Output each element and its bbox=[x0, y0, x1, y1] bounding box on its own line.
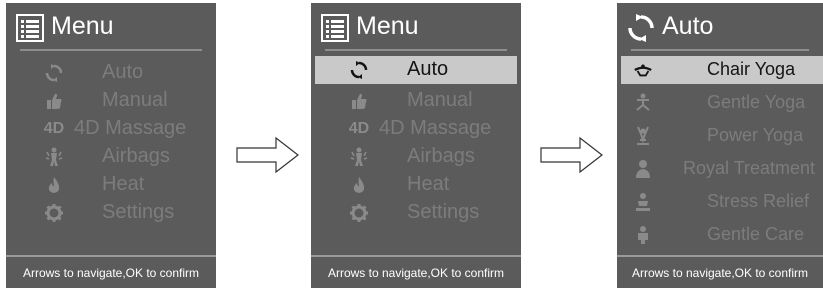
auto-title: Auto bbox=[662, 12, 714, 40]
list-menu-icon bbox=[16, 14, 44, 42]
4d-icon: 4D bbox=[348, 120, 370, 137]
auto-item-chair-yoga[interactable]: Chair Yoga bbox=[621, 56, 823, 84]
menu-item-heat[interactable]: Heat bbox=[6, 171, 216, 199]
stress-relief-icon bbox=[633, 192, 653, 212]
menu-title: Menu bbox=[356, 12, 419, 40]
menu-item-airbags[interactable]: Airbags bbox=[6, 143, 216, 171]
list-menu-icon bbox=[321, 14, 349, 42]
thumb-icon bbox=[349, 91, 369, 111]
auto-item-royal-treatment[interactable]: Royal Treatment bbox=[617, 155, 823, 183]
footer-hint: Arrows to navigate,OK to confirm bbox=[327, 266, 505, 280]
auto-item-label: Gentle Care bbox=[707, 224, 805, 244]
auto-item-label: Power Yoga bbox=[707, 125, 804, 145]
airbag-icon bbox=[44, 147, 64, 167]
right-arrow-icon bbox=[236, 136, 299, 174]
airbag-icon bbox=[349, 147, 369, 167]
auto-item-gentle-care[interactable]: Gentle Care bbox=[617, 221, 823, 249]
footer-divider bbox=[6, 255, 216, 257]
auto-item-power-yoga[interactable]: Power Yoga bbox=[617, 122, 823, 150]
menu-item-airbags[interactable]: Airbags bbox=[311, 143, 521, 171]
menu-item-manual[interactable]: Manual bbox=[6, 87, 216, 115]
auto-cycle-icon bbox=[349, 60, 369, 80]
right-arrow-icon bbox=[540, 136, 603, 174]
gear-icon bbox=[44, 203, 64, 223]
auto-cycle-icon bbox=[628, 14, 654, 42]
gentle-yoga-icon bbox=[633, 93, 653, 113]
auto-cycle-icon bbox=[44, 63, 64, 83]
header-divider bbox=[20, 49, 202, 51]
menu-item-manual[interactable]: Manual bbox=[311, 87, 521, 115]
auto-item-label: Chair Yoga bbox=[707, 59, 796, 79]
menu-item-4d-massage[interactable]: 4D 4D Massage bbox=[6, 115, 216, 143]
footer-divider bbox=[617, 255, 823, 257]
auto-item-stress-relief[interactable]: Stress Relief bbox=[617, 188, 823, 216]
4d-icon: 4D bbox=[43, 120, 65, 137]
auto-header: Auto bbox=[617, 3, 823, 51]
gear-icon bbox=[349, 203, 369, 223]
auto-item-label: Stress Relief bbox=[707, 191, 810, 211]
auto-item-label: Royal Treatment bbox=[683, 158, 816, 178]
menu-item-label: Manual bbox=[102, 89, 168, 111]
flame-icon bbox=[44, 175, 64, 195]
menu-item-label: Auto bbox=[102, 61, 144, 83]
menu-header: Menu bbox=[6, 3, 216, 51]
menu-item-label: Settings bbox=[102, 201, 175, 223]
menu-screen-unselected: Menu Auto Manual 4D 4D Massage Airbags H… bbox=[6, 3, 216, 288]
menu-item-heat[interactable]: Heat bbox=[311, 171, 521, 199]
header-divider bbox=[325, 49, 507, 51]
menu-item-label: Heat bbox=[407, 173, 450, 195]
menu-item-label: 4D Massage bbox=[379, 117, 492, 139]
menu-item-auto[interactable]: Auto bbox=[315, 56, 517, 84]
auto-item-gentle-yoga[interactable]: Gentle Yoga bbox=[617, 89, 823, 117]
header-divider bbox=[631, 49, 809, 51]
menu-item-label: Airbags bbox=[102, 145, 170, 167]
power-yoga-icon bbox=[633, 126, 653, 146]
thumb-icon bbox=[44, 91, 64, 111]
footer-divider bbox=[311, 255, 521, 257]
menu-item-label: Auto bbox=[407, 58, 449, 80]
menu-item-auto[interactable]: Auto bbox=[6, 59, 216, 87]
menu-item-label: Settings bbox=[407, 201, 480, 223]
gentle-care-icon bbox=[633, 225, 653, 245]
chair-yoga-icon bbox=[633, 60, 653, 80]
auto-submenu-screen: Auto Chair Yoga Gentle Yoga Power Yoga R… bbox=[617, 3, 823, 288]
menu-screen-auto-selected: Menu Auto Manual 4D 4D Massage Airbags H… bbox=[311, 3, 521, 288]
menu-item-label: 4D Massage bbox=[74, 117, 187, 139]
footer-hint: Arrows to navigate,OK to confirm bbox=[631, 266, 809, 280]
royal-treatment-icon bbox=[633, 159, 653, 179]
menu-item-label: Manual bbox=[407, 89, 473, 111]
menu-item-4d-massage[interactable]: 4D 4D Massage bbox=[311, 115, 521, 143]
menu-item-settings[interactable]: Settings bbox=[311, 199, 521, 227]
flame-icon bbox=[349, 175, 369, 195]
menu-title: Menu bbox=[51, 12, 114, 40]
menu-item-label: Airbags bbox=[407, 145, 475, 167]
menu-item-settings[interactable]: Settings bbox=[6, 199, 216, 227]
footer-hint: Arrows to navigate,OK to confirm bbox=[22, 266, 200, 280]
menu-header: Menu bbox=[311, 3, 521, 51]
auto-item-label: Gentle Yoga bbox=[707, 92, 806, 112]
menu-item-label: Heat bbox=[102, 173, 145, 195]
